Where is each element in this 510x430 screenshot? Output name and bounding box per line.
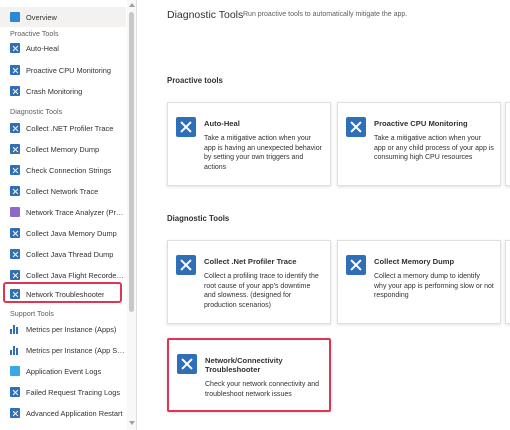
sidebar-item-overview[interactable]: Overview [0,7,126,27]
card-auto-heal[interactable]: Auto-Heal Take a mitigative action when … [167,102,331,186]
sidebar-item-java-memory-dump[interactable]: Collect Java Memory Dump [0,223,126,243]
card-title: Auto-Heal [204,119,240,128]
scroll-down-icon[interactable] [129,421,135,425]
card-partial[interactable] [505,240,510,324]
analyzer-icon [10,207,20,217]
tools-icon [176,117,196,137]
sidebar-item-label: Collect Network Trace [26,186,99,196]
sidebar-item-label: Proactive CPU Monitoring [26,65,112,75]
bar-chart-icon [10,324,20,334]
scroll-up-icon[interactable] [129,3,135,7]
tools-icon [10,65,20,75]
sidebar-item-advanced-restart[interactable]: Advanced Application Restart [0,403,126,423]
sidebar-item-label: Metrics per Instance (Apps) [26,324,117,334]
card-description: Collect a profiling trace to identify th… [204,273,319,309]
tools-icon [10,165,20,175]
sidebar-item-java-thread-dump[interactable]: Collect Java Thread Dump [0,244,126,264]
info-icon [10,12,20,22]
event-log-icon [10,366,20,376]
sidebar-item-label: Application Event Logs [26,366,102,376]
card-title: Collect Memory Dump [374,257,455,266]
highlight-box [3,282,122,303]
sidebar-item-label: Overview [26,12,57,22]
sidebar-item-label: Metrics per Instance (App Ser... [26,345,126,355]
bar-chart-icon [10,345,20,355]
card-description: Collect a memory dump to identify why yo… [374,273,494,300]
tools-icon [10,123,20,133]
sidebar-item-label: Auto-Heal [26,43,59,53]
sidebar-item-label: Collect Java Memory Dump [26,228,117,238]
tools-icon [177,354,197,374]
card-description: Take a mitigative action when your app i… [204,135,322,171]
sidebar-item-label: Collect Java Thread Dump [26,249,114,259]
main-content: Diagnostic Tools Run proactive tools to … [137,0,510,430]
sidebar-item-label: Collect Memory Dump [26,144,100,154]
card-profiler-trace[interactable]: Collect .Net Profiler Trace Collect a pr… [167,240,331,324]
section-title-diagnostic: Diagnostic Tools [167,214,230,223]
tools-icon [10,387,20,397]
section-title-proactive: Proactive tools [167,76,223,85]
tools-icon [10,249,20,259]
sidebar-header-support: Support Tools [10,308,54,318]
page-subtitle: Run proactive tools to automatically mit… [243,11,408,18]
scrollbar-thumb[interactable] [129,12,134,312]
sidebar-item-network-trace-analyzer[interactable]: Network Trace Analyzer (Previ... [0,202,126,222]
sidebar-item-memory-dump[interactable]: Collect Memory Dump [0,139,126,159]
sidebar-item-failed-request-logs[interactable]: Failed Request Tracing Logs [0,382,126,402]
sidebar-item-label: Check Connection Strings [26,165,112,175]
tools-icon [10,408,20,418]
tools-icon [10,186,20,196]
card-title: Proactive CPU Monitoring [374,119,468,128]
sidebar-item-metrics-app-service[interactable]: Metrics per Instance (App Ser... [0,340,126,360]
card-title: Network/Connectivity Troubleshooter [205,356,283,375]
sidebar-item-crash-monitoring[interactable]: Crash Monitoring [0,81,126,101]
sidebar: Overview Proactive Tools Auto-Heal Proac… [0,0,137,430]
sidebar-item-label: Crash Monitoring [26,86,83,96]
tools-icon [346,255,366,275]
card-network-troubleshooter[interactable]: Network/Connectivity Troubleshooter Chec… [167,338,331,412]
card-memory-dump[interactable]: Collect Memory Dump Collect a memory dum… [337,240,501,324]
sidebar-item-metrics-apps[interactable]: Metrics per Instance (Apps) [0,319,126,339]
card-description: Check your network connectivity and trou… [205,381,319,398]
card-description: Take a mitigative action when your app o… [374,135,494,162]
sidebar-item-label: Network Trace Analyzer (Previ... [26,207,126,217]
sidebar-item-label: Collect .NET Profiler Trace [26,123,114,133]
card-partial[interactable] [505,102,510,186]
sidebar-item-label: Failed Request Tracing Logs [26,387,121,397]
sidebar-item-label: Collect Java Flight Recorder T... [26,270,126,280]
tools-icon [10,86,20,96]
sidebar-item-proactive-cpu[interactable]: Proactive CPU Monitoring [0,60,126,80]
tools-icon [10,270,20,280]
card-title: Collect .Net Profiler Trace [204,257,297,266]
sidebar-item-network-trace[interactable]: Collect Network Trace [0,181,126,201]
sidebar-item-profiler-trace[interactable]: Collect .NET Profiler Trace [0,118,126,138]
sidebar-item-label: Advanced Application Restart [26,408,123,418]
tools-icon [176,255,196,275]
sidebar-item-event-logs[interactable]: Application Event Logs [0,361,126,381]
tools-icon [10,144,20,154]
tools-icon [10,228,20,238]
card-proactive-cpu[interactable]: Proactive CPU Monitoring Take a mitigati… [337,102,501,186]
sidebar-header-diagnostic: Diagnostic Tools [10,106,63,116]
tools-icon [346,117,366,137]
sidebar-item-connection-strings[interactable]: Check Connection Strings [0,160,126,180]
tools-icon [10,43,20,53]
sidebar-item-auto-heal[interactable]: Auto-Heal [0,38,126,58]
page-title: Diagnostic Tools [167,9,244,21]
